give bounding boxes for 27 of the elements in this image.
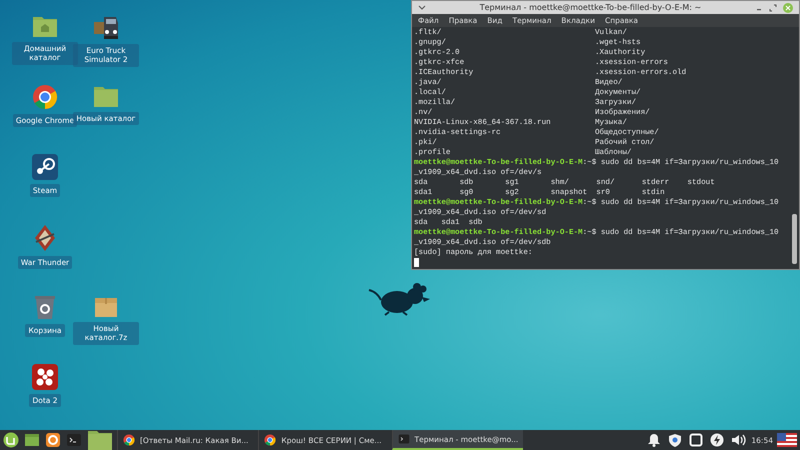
bell-icon[interactable] — [647, 433, 662, 447]
shield-icon[interactable] — [668, 433, 682, 447]
terminal-icon — [398, 433, 410, 445]
chrome-logo-icon — [123, 434, 135, 446]
steam-logo-icon — [32, 154, 58, 180]
window-title: Терминал - moettke@moettke-To-be-filled-by-O-E-M: ~ — [478, 3, 702, 12]
chrome-logo-icon — [264, 434, 276, 446]
diamond-emblem-icon — [33, 224, 57, 252]
text-cursor — [414, 258, 419, 267]
home-folder-icon — [32, 14, 58, 38]
scrollbar-thumb[interactable] — [792, 214, 797, 264]
trash-icon — [34, 294, 56, 320]
folder-icon — [87, 428, 113, 450]
folder-icon[interactable] — [24, 432, 40, 448]
folder-icon — [93, 84, 119, 108]
truck-icon — [92, 14, 120, 40]
maximize-icon[interactable] — [769, 4, 777, 12]
speaker-icon[interactable] — [731, 433, 748, 447]
terminal-icon[interactable] — [66, 432, 82, 448]
chrome-logo-icon — [32, 84, 58, 110]
chevron-icon[interactable] — [418, 4, 426, 10]
flag-icon[interactable] — [777, 433, 797, 447]
lightning-icon[interactable] — [710, 433, 724, 447]
mint-logo-icon[interactable] — [3, 432, 19, 448]
dota-logo-icon — [32, 364, 58, 390]
window-icon[interactable] — [689, 433, 704, 447]
browser-icon[interactable] — [45, 432, 61, 448]
